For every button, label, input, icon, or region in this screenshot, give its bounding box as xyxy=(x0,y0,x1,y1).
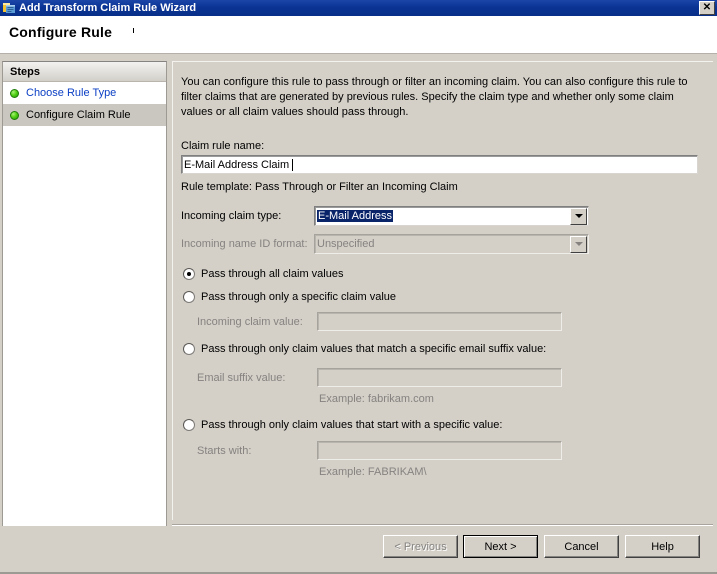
radio-icon[interactable] xyxy=(183,343,195,355)
claim-rule-name-label: Claim rule name: xyxy=(181,140,265,152)
footer-bar: < Previous Next > Cancel Help xyxy=(0,526,717,574)
email-suffix-value-input xyxy=(317,368,562,387)
radio-pass-through-email-suffix[interactable]: Pass through only claim values that matc… xyxy=(183,343,546,355)
header-caret-mark xyxy=(133,28,134,33)
previous-button[interactable]: < Previous xyxy=(383,535,458,558)
email-suffix-example: Example: fabrikam.com xyxy=(319,393,434,405)
claim-rule-name-value: E-Mail Address Claim xyxy=(184,158,290,171)
title-bar: Add Transform Claim Rule Wizard ✕ xyxy=(0,0,717,16)
starts-with-input xyxy=(317,441,562,460)
rule-template-text: Rule template: Pass Through or Filter an… xyxy=(181,181,458,193)
wizard-window: Add Transform Claim Rule Wizard ✕ Config… xyxy=(0,0,717,574)
starts-with-label: Starts with: xyxy=(197,445,252,457)
incoming-claim-type-select[interactable]: E-Mail Address xyxy=(314,206,589,226)
incoming-claim-type-label: Incoming claim type: xyxy=(181,210,282,222)
email-suffix-value-label: Email suffix value: xyxy=(197,372,286,384)
incoming-name-id-format-select: Unspecified xyxy=(314,234,589,254)
text-caret xyxy=(292,158,294,171)
radio-icon[interactable] xyxy=(183,291,195,303)
window-title: Add Transform Claim Rule Wizard xyxy=(19,2,197,14)
starts-with-example: Example: FABRIKAM\ xyxy=(319,466,427,478)
sidebar-item-configure-claim-rule[interactable]: Configure Claim Rule xyxy=(3,104,166,126)
incoming-claim-value-input xyxy=(317,312,562,331)
page-title: Configure Rule xyxy=(9,24,113,40)
incoming-claim-value-label: Incoming claim value: xyxy=(197,316,303,328)
radio-label: Pass through only claim values that matc… xyxy=(201,343,547,355)
radio-pass-through-starts-with[interactable]: Pass through only claim values that star… xyxy=(183,419,502,431)
claim-rule-name-input[interactable]: E-Mail Address Claim xyxy=(181,155,698,174)
radio-label: Pass through only a specific claim value xyxy=(201,291,397,303)
radio-label: Pass through only claim values that star… xyxy=(201,419,503,431)
next-button[interactable]: Next > xyxy=(463,535,538,558)
radio-pass-through-specific-value[interactable]: Pass through only a specific claim value xyxy=(183,291,396,303)
incoming-name-id-format-label: Incoming name ID format: xyxy=(181,238,308,250)
sidebar-item-label: Configure Claim Rule xyxy=(26,108,131,121)
chevron-down-icon xyxy=(570,235,587,253)
radio-icon[interactable] xyxy=(183,268,195,280)
intro-text: You can configure this rule to pass thro… xyxy=(181,76,688,118)
chevron-down-icon[interactable] xyxy=(570,207,587,225)
sidebar-item-choose-rule-type[interactable]: Choose Rule Type xyxy=(3,82,166,104)
body-area: Steps Choose Rule Type Configure Claim R… xyxy=(0,55,717,574)
steps-header: Steps xyxy=(3,62,166,82)
incoming-name-id-format-value: Unspecified xyxy=(317,238,375,250)
step-bullet-icon xyxy=(10,110,19,120)
radio-pass-through-all[interactable]: Pass through all claim values xyxy=(183,268,343,280)
header-band: Configure Rule xyxy=(0,16,717,54)
sidebar-item-label: Choose Rule Type xyxy=(26,86,117,99)
help-button[interactable]: Help xyxy=(625,535,700,558)
incoming-claim-type-value: E-Mail Address xyxy=(317,210,393,222)
wizard-icon xyxy=(2,1,16,15)
steps-header-label: Steps xyxy=(10,65,40,78)
radio-label: Pass through all claim values xyxy=(201,268,344,280)
cancel-button[interactable]: Cancel xyxy=(544,535,619,558)
step-bullet-icon xyxy=(10,88,19,98)
window-buttons: ✕ xyxy=(699,1,715,15)
steps-sidebar: Steps Choose Rule Type Configure Claim R… xyxy=(2,61,167,566)
close-icon[interactable]: ✕ xyxy=(699,1,715,15)
content-panel: You can configure this rule to pass thro… xyxy=(172,61,713,520)
radio-icon[interactable] xyxy=(183,419,195,431)
